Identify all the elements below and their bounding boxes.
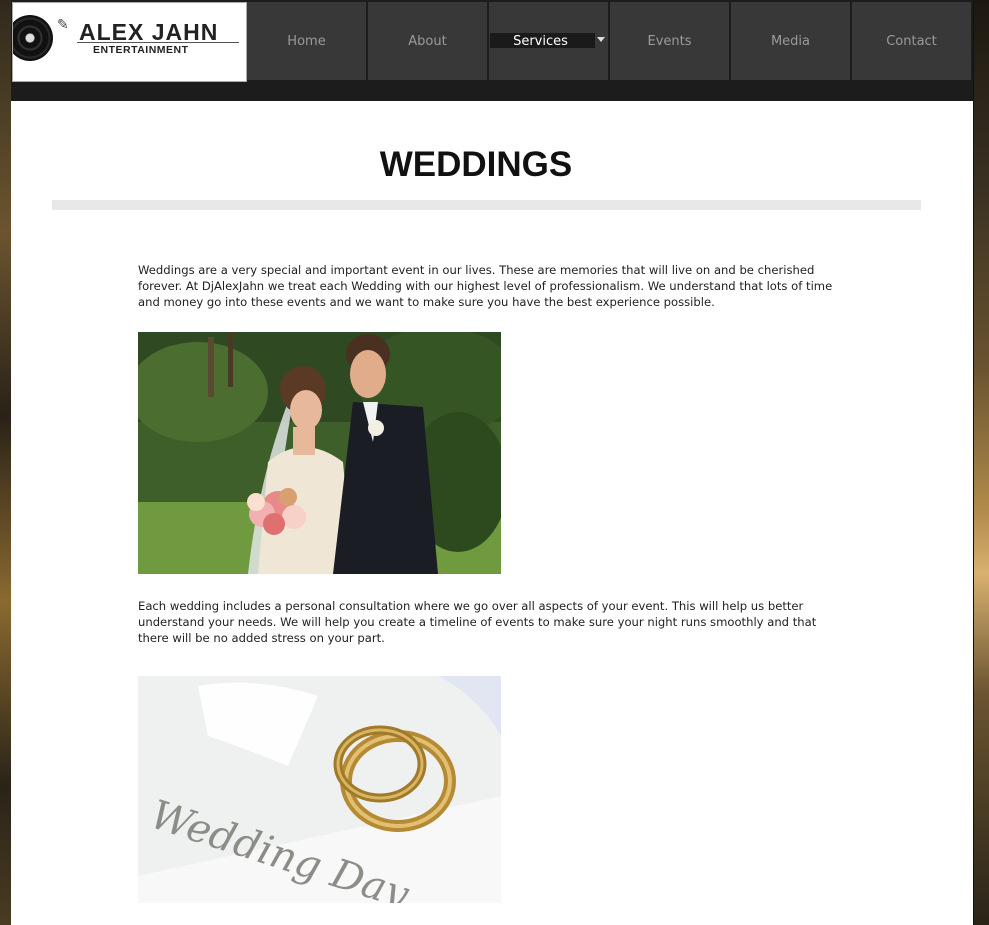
wedding-rings-photo: Wedding Day bbox=[138, 676, 501, 903]
site-logo[interactable]: ✎ ALEX JAHN ENTERTAINMENT bbox=[12, 2, 247, 82]
nav-events[interactable]: Events bbox=[610, 2, 729, 80]
title-divider bbox=[52, 200, 921, 210]
intro-paragraph: Weddings are a very special and importan… bbox=[138, 263, 833, 309]
nav-events-label: Events bbox=[647, 33, 692, 49]
nav-contact[interactable]: Contact bbox=[852, 2, 971, 80]
nav-home[interactable]: Home bbox=[247, 2, 366, 80]
consultation-paragraph: Each wedding includes a personal consult… bbox=[138, 599, 817, 645]
logo-subtitle: ENTERTAINMENT bbox=[93, 44, 189, 56]
nav-media[interactable]: Media bbox=[731, 2, 850, 80]
wedding-couple-image bbox=[138, 332, 501, 574]
main-nav: Home About Services Events Media Contact bbox=[247, 2, 973, 80]
nav-about[interactable]: About bbox=[368, 2, 487, 80]
page-title: WEDDINGS bbox=[379, 145, 573, 184]
nav-media-label: Media bbox=[770, 33, 811, 49]
page-background-left bbox=[0, 0, 11, 925]
logo-divider bbox=[77, 42, 239, 43]
wedding-rings-image: Wedding Day bbox=[138, 676, 501, 903]
nav-home-label: Home bbox=[287, 33, 326, 49]
vinyl-record-icon bbox=[13, 15, 53, 61]
nav-services[interactable]: Services bbox=[489, 2, 608, 80]
page-background-right bbox=[973, 0, 989, 925]
content-page: ✎ ALEX JAHN ENTERTAINMENT Home About Ser… bbox=[11, 0, 974, 925]
nav-services-label: Services bbox=[513, 33, 568, 49]
wedding-couple-photo bbox=[138, 332, 501, 574]
microphone-icon: ✎ bbox=[57, 17, 69, 33]
nav-about-label: About bbox=[408, 33, 447, 49]
chevron-down-icon[interactable] bbox=[597, 37, 605, 42]
site-header: ✎ ALEX JAHN ENTERTAINMENT Home About Ser… bbox=[11, 0, 973, 101]
nav-contact-label: Contact bbox=[886, 33, 937, 49]
